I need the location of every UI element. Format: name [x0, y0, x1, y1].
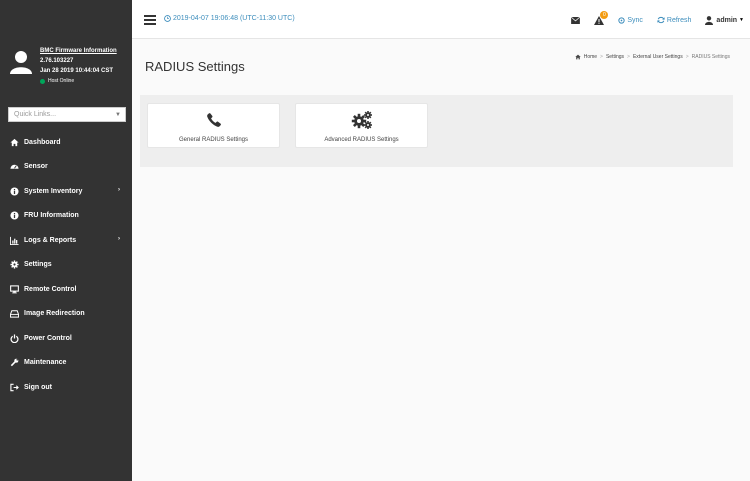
sync-label: Sync [627, 16, 643, 24]
breadcrumb-home[interactable]: Home [584, 54, 597, 60]
envelope-icon [571, 16, 581, 24]
wrench-icon [9, 358, 19, 368]
tile-label: General RADIUS Settings [178, 137, 249, 143]
sync-button[interactable]: Sync [618, 17, 643, 24]
refresh-button[interactable]: Refresh [657, 16, 692, 24]
breadcrumb: Home > Settings > External User Settings… [575, 54, 730, 60]
firmware-info: BMC Firmware Information 2.76.103227 Jan… [40, 46, 117, 86]
sidebar-item-label: Power Control [24, 334, 72, 342]
sign-out-icon [9, 382, 19, 392]
breadcrumb-current: RADIUS Settings [691, 54, 730, 60]
sync-icon [618, 16, 625, 24]
chevron-right-icon: › [118, 187, 120, 193]
sidebar-item-label: Maintenance [24, 359, 67, 367]
caret-down-icon: ▼ [739, 17, 744, 23]
sidebar-item-system-inventory[interactable]: System Inventory › [0, 179, 132, 204]
chevron-right-icon: › [118, 236, 120, 242]
server-datetime: 2019-04-07 19:06:48 (UTC-11:30 UTC) [164, 15, 295, 22]
sidebar-item-image-redirection[interactable]: Image Redirection [0, 302, 132, 327]
tile-label: Advanced RADIUS Settings [324, 137, 399, 143]
clock-icon [164, 15, 171, 22]
sidebar-item-fru-information[interactable]: FRU Information [0, 204, 132, 229]
menu-toggle-icon[interactable] [144, 15, 156, 25]
sidebar-item-label: Sign out [24, 383, 52, 391]
chevron-down-icon: ▼ [115, 112, 121, 118]
tachometer-icon [9, 162, 19, 172]
sidebar-item-settings[interactable]: Settings [0, 253, 132, 278]
breadcrumb-separator: > [627, 54, 630, 60]
gears-icon [351, 110, 373, 130]
refresh-label: Refresh [666, 16, 692, 24]
sidebar-item-sensor[interactable]: Sensor [0, 155, 132, 180]
user-name: admin [716, 16, 738, 24]
firmware-version: 2.76.103227 [40, 58, 74, 64]
top-navbar: 2019-04-07 19:06:48 (UTC-11:30 UTC) 0 Sy… [132, 0, 750, 39]
user-panel: BMC Firmware Information 2.76.103227 Jan… [0, 0, 132, 100]
top-right-controls: 0 Sync Refresh admin ▼ [557, 10, 744, 29]
hdd-icon [9, 309, 19, 319]
power-icon [9, 333, 19, 343]
home-icon [575, 54, 581, 60]
sidebar-item-label: Remote Control [24, 285, 77, 293]
sidebar: BMC Firmware Information 2.76.103227 Jan… [0, 0, 132, 481]
sidebar-item-label: FRU Information [24, 212, 79, 220]
build-date: Jan 28 2019 10:44:04 CST [40, 68, 114, 74]
settings-tiles-container: General RADIUS Settings Advanced RADIUS … [140, 95, 733, 167]
sidebar-item-label: Sensor [24, 163, 48, 171]
host-status-label: Host Online [48, 78, 75, 84]
sidebar-item-label: Logs & Reports [24, 236, 77, 244]
quick-links-placeholder: Quick Links... [14, 111, 57, 118]
breadcrumb-separator: > [685, 54, 689, 60]
sidebar-item-label: Dashboard [24, 138, 61, 146]
sidebar-item-maintenance[interactable]: Maintenance [0, 351, 132, 376]
home-icon [9, 137, 19, 147]
sidebar-item-label: System Inventory [24, 187, 83, 195]
breadcrumb-separator: > [600, 54, 603, 60]
info-circle-icon [9, 186, 19, 196]
desktop-icon [9, 284, 19, 294]
sidebar-item-power-control[interactable]: Power Control [0, 326, 132, 351]
phone-icon [206, 110, 222, 130]
sidebar-item-label: Image Redirection [24, 310, 85, 318]
user-icon [705, 15, 714, 25]
alerts-button[interactable]: 0 [594, 10, 609, 25]
advanced-radius-settings-tile[interactable]: Advanced RADIUS Settings [295, 103, 428, 148]
bar-chart-icon [9, 235, 19, 245]
status-dot-icon [40, 78, 45, 84]
gear-icon [9, 260, 19, 270]
messages-button[interactable] [571, 16, 581, 24]
user-menu-button[interactable]: admin ▼ [705, 15, 744, 25]
quick-links-select[interactable]: Quick Links... ▼ [8, 107, 126, 122]
sidebar-menu: Dashboard Sensor System Inventory › FRU … [0, 130, 132, 400]
sidebar-item-logs-reports[interactable]: Logs & Reports › [0, 228, 132, 253]
datetime-text: 2019-04-07 19:06:48 (UTC-11:30 UTC) [173, 15, 295, 22]
page-title: RADIUS Settings [145, 59, 245, 74]
breadcrumb-settings[interactable]: Settings [606, 54, 624, 60]
alert-count-badge: 0 [600, 10, 609, 19]
sidebar-item-dashboard[interactable]: Dashboard [0, 130, 132, 155]
general-radius-settings-tile[interactable]: General RADIUS Settings [147, 103, 280, 148]
sidebar-item-label: Settings [24, 261, 52, 269]
sidebar-item-sign-out[interactable]: Sign out [0, 375, 132, 400]
firmware-info-link[interactable]: BMC Firmware Information [40, 46, 117, 56]
info-circle-icon [9, 211, 19, 221]
user-avatar-icon [10, 51, 32, 74]
breadcrumb-external-user-settings[interactable]: External User Settings [633, 54, 683, 60]
host-status: Host Online [40, 76, 117, 86]
sidebar-item-remote-control[interactable]: Remote Control [0, 277, 132, 302]
refresh-icon [657, 16, 665, 24]
